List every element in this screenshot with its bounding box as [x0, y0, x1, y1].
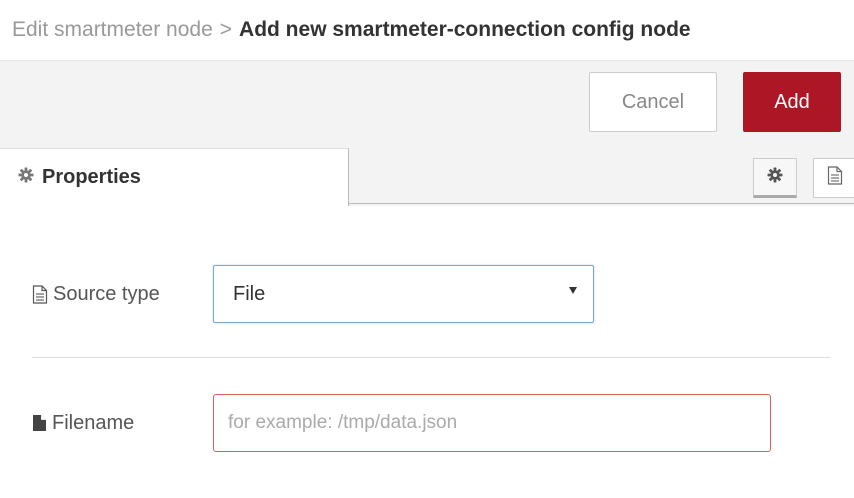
- breadcrumb-parent[interactable]: Edit smartmeter node: [12, 18, 213, 42]
- filename-label-group: Filename: [32, 412, 134, 435]
- tab-properties[interactable]: Properties: [0, 148, 349, 206]
- cancel-button[interactable]: Cancel: [589, 72, 717, 132]
- form-divider: [32, 357, 830, 358]
- dialog-toolbar: Cancel Add: [0, 60, 854, 144]
- breadcrumb-separator: >: [219, 18, 233, 41]
- tab-properties-label: Properties: [42, 166, 141, 188]
- source-type-select[interactable]: File: [213, 265, 594, 323]
- filename-input[interactable]: [213, 394, 771, 452]
- source-type-label: Source type: [53, 282, 160, 305]
- document-icon: [827, 166, 843, 190]
- tab-bar: Properties: [0, 144, 854, 206]
- file-icon: [32, 414, 47, 432]
- config-node-editor: Edit smartmeter node > Add new smartmete…: [0, 0, 854, 498]
- tab-description-button[interactable]: [813, 158, 854, 198]
- gear-icon: [18, 166, 34, 189]
- add-button[interactable]: Add: [743, 72, 841, 132]
- filename-label: Filename: [52, 411, 135, 434]
- properties-form: Source type File Filename: [0, 206, 854, 498]
- breadcrumb-current: Add new smartmeter-connection config nod…: [239, 18, 691, 41]
- tab-settings-button[interactable]: [753, 158, 797, 198]
- source-type-label-group: Source type: [32, 283, 160, 306]
- filename-row: Filename: [0, 394, 854, 452]
- document-icon: [32, 284, 48, 304]
- source-type-row: Source type File: [0, 264, 854, 324]
- source-type-value: File: [233, 282, 266, 305]
- breadcrumb: Edit smartmeter node > Add new smartmete…: [0, 0, 854, 60]
- tab-bar-divider: [348, 203, 854, 204]
- gear-icon: [767, 167, 783, 188]
- caret-down-icon: [569, 287, 577, 294]
